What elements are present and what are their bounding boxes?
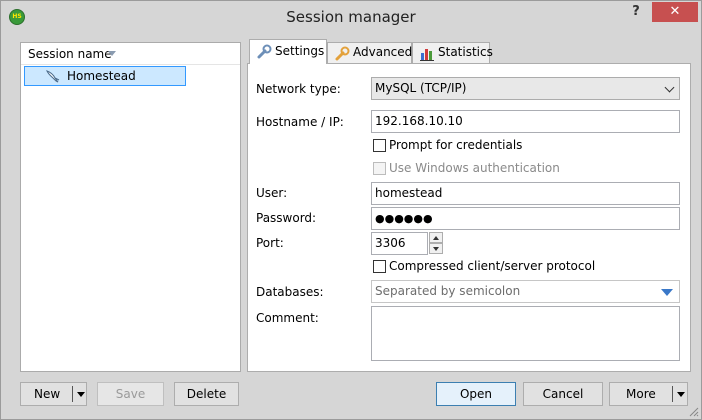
session-name-column-header[interactable]: Session name [21, 43, 240, 65]
hostname-label: Hostname / IP: [256, 115, 344, 129]
new-button-label: New [34, 387, 61, 401]
open-button[interactable]: Open [436, 382, 516, 406]
caret-down-icon[interactable] [77, 392, 85, 397]
stepper-down-icon[interactable] [429, 243, 443, 254]
tab-advanced-label: Advanced [353, 45, 413, 59]
password-label: Password: [256, 211, 317, 225]
user-input[interactable]: homestead [371, 182, 680, 205]
chevron-down-icon [664, 82, 675, 93]
window-title: Session manager [286, 8, 416, 26]
tab-statistics-label: Statistics [438, 45, 493, 59]
delete-button[interactable]: Delete [174, 382, 239, 406]
databases-input[interactable]: Separated by semicolon [371, 280, 680, 303]
session-manager-window: HS Session manager ? ✕ Session name Home… [0, 0, 702, 420]
compressed-protocol-label[interactable]: Compressed client/server protocol [389, 259, 595, 273]
user-label: User: [256, 186, 288, 200]
more-button-label: More [626, 387, 656, 401]
session-item-label: Homestead [67, 69, 136, 83]
compressed-protocol-checkbox[interactable] [373, 260, 386, 273]
network-type-label: Network type: [256, 82, 341, 96]
comment-textarea[interactable] [371, 306, 680, 361]
caret-down-icon[interactable] [677, 392, 685, 397]
stepper-up-icon[interactable] [429, 232, 443, 243]
port-stepper[interactable] [429, 232, 443, 255]
split-separator [72, 386, 73, 402]
cancel-button[interactable]: Cancel [523, 382, 603, 406]
resize-grip-icon[interactable] [687, 405, 699, 417]
databases-label: Databases: [256, 285, 324, 299]
sort-arrow-icon[interactable] [108, 51, 116, 56]
windows-auth-checkbox[interactable] [373, 162, 386, 175]
settings-panel: Network type: MySQL (TCP/IP) Hostname / … [247, 63, 691, 372]
port-label: Port: [256, 236, 284, 250]
databases-placeholder: Separated by semicolon [375, 284, 521, 298]
title-bar[interactable]: HS Session manager ? ✕ [1, 1, 701, 33]
hostname-input[interactable]: 192.168.10.10 [371, 110, 680, 133]
tab-advanced[interactable]: Advanced [327, 42, 412, 63]
tab-settings[interactable]: Settings [249, 39, 327, 64]
new-button[interactable]: New [20, 382, 87, 406]
network-type-select[interactable]: MySQL (TCP/IP) [371, 77, 680, 100]
windows-auth-label: Use Windows authentication [389, 161, 560, 175]
network-type-value: MySQL (TCP/IP) [375, 81, 467, 95]
comment-label: Comment: [256, 311, 319, 325]
session-name-header-label: Session name [28, 47, 112, 61]
wrench-orange-icon [335, 46, 350, 61]
mysql-dolphin-icon [46, 70, 60, 83]
session-item-homestead[interactable]: Homestead [24, 66, 186, 86]
prompt-credentials-label[interactable]: Prompt for credentials [389, 138, 522, 152]
dropdown-arrow-icon[interactable] [661, 289, 673, 296]
port-input[interactable]: 3306 [371, 232, 428, 255]
session-list[interactable]: Session name Homestead [20, 42, 241, 372]
help-button[interactable]: ? [623, 3, 649, 23]
bar-chart-icon [420, 49, 434, 61]
tab-settings-label: Settings [275, 44, 325, 58]
prompt-credentials-checkbox[interactable] [373, 139, 386, 152]
split-separator [672, 386, 673, 402]
password-input[interactable]: ●●●●●● [371, 207, 680, 230]
more-button[interactable]: More [609, 382, 688, 406]
wrench-icon [257, 44, 272, 59]
tab-statistics[interactable]: Statistics [412, 42, 493, 63]
save-button[interactable]: Save [97, 382, 164, 406]
close-button[interactable]: ✕ [652, 2, 698, 22]
